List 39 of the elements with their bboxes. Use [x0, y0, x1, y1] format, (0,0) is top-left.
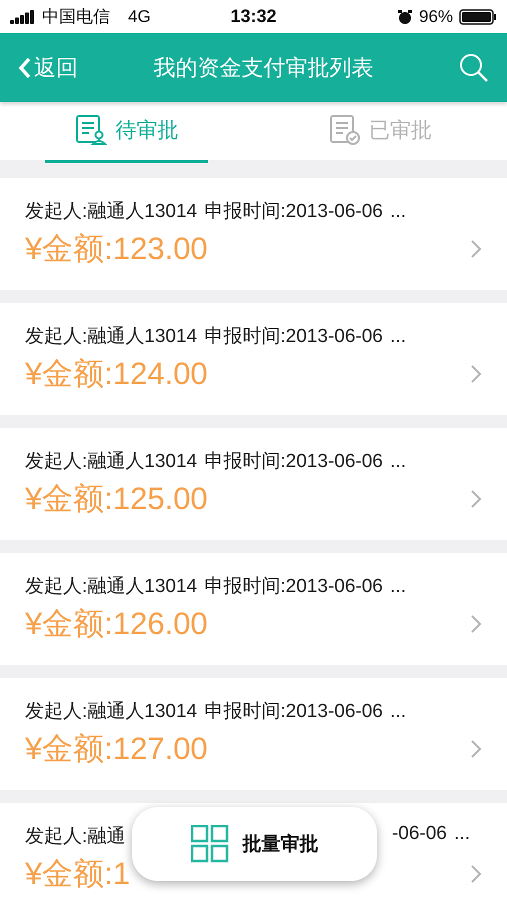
- approval-item[interactable]: 发起人:融通人13014 申报时间:2013-06-06 ... ¥金额:126.00: [0, 553, 507, 665]
- item-info: -06-06 ...: [392, 823, 470, 846]
- chevron-right-icon: [470, 489, 482, 509]
- chevron-left-icon: [18, 56, 32, 78]
- item-amount: ¥金额:125.00: [25, 480, 208, 518]
- item-amount: ¥金额:126.00: [25, 605, 208, 643]
- approval-item[interactable]: 发起人:融通人13014 申报时间:2013-06-06 ... ¥金额:127.00: [0, 678, 507, 790]
- chevron-right-icon: [470, 614, 482, 634]
- item-amount: ¥金额:1: [25, 855, 130, 893]
- item-info: 发起人:融通人13014 申报时间:2013-06-06 ...: [25, 200, 407, 224]
- item-amount: ¥金额:124.00: [25, 355, 208, 393]
- document-check-icon: [328, 114, 361, 146]
- item-amount: ¥金额:127.00: [25, 730, 208, 768]
- document-person-icon: [75, 114, 108, 146]
- item-info: 发起人:融通人13014 申报时间:2013-06-06 ...: [25, 575, 407, 599]
- approval-item[interactable]: 发起人:融通人13014 申报时间:2013-06-06 ... ¥金额:123.00: [0, 178, 507, 290]
- page-title: 我的资金支付审批列表: [152, 54, 374, 82]
- item-info: 发起人:融通人13014 申报时间:2013-06-06 ...: [25, 700, 407, 724]
- item-amount: ¥金额:123.00: [25, 230, 208, 268]
- battery-percent: 96%: [418, 6, 454, 26]
- item-info: 发起人:融通: [25, 825, 126, 849]
- approval-item[interactable]: 发起人:融通人13014 申报时间:2013-06-06 ... ¥金额:124.00: [0, 303, 507, 415]
- grid-icon: [190, 825, 228, 863]
- alarm-icon: [396, 8, 413, 24]
- signal-icon: [10, 10, 36, 24]
- item-info: 发起人:融通人13014 申报时间:2013-06-06 ...: [25, 325, 407, 349]
- clock-time: 13:32: [230, 6, 277, 27]
- carrier-name: 中国电信: [42, 6, 110, 28]
- search-button[interactable]: [459, 52, 489, 82]
- batch-approve-button[interactable]: 批量审批: [132, 807, 377, 881]
- approval-item[interactable]: 发起人:融通人13014 申报时间:2013-06-06 ... ¥金额:125.00: [0, 428, 507, 540]
- chevron-right-icon: [470, 864, 482, 884]
- battery-icon: [459, 8, 498, 24]
- chevron-right-icon: [470, 364, 482, 384]
- chevron-right-icon: [470, 239, 482, 259]
- network-type: 4G: [128, 6, 151, 26]
- search-icon: [459, 52, 489, 82]
- chevron-right-icon: [470, 739, 482, 759]
- item-info: 发起人:融通人13014 申报时间:2013-06-06 ...: [25, 450, 407, 474]
